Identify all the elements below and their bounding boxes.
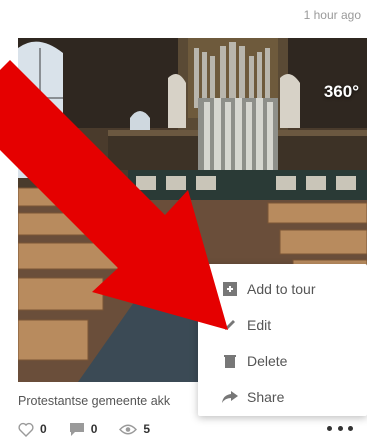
eye-icon (119, 424, 138, 434)
menu-item-add-to-tour[interactable]: Add to tour (198, 272, 367, 306)
menu-item-delete[interactable]: Delete (198, 344, 367, 378)
context-menu: Add to tour Edit Delete Share (198, 264, 367, 416)
add-to-tour-icon (222, 281, 238, 297)
dot-icon (327, 425, 332, 431)
dot-icon (337, 425, 343, 431)
menu-item-share[interactable]: Share (198, 380, 367, 414)
share-arrow-icon (222, 389, 238, 405)
menu-item-edit[interactable]: Edit (198, 308, 367, 342)
menu-item-label: Add to tour (247, 281, 316, 297)
comment-icon (69, 422, 84, 436)
menu-item-label: Share (247, 389, 285, 405)
stats-bar: 0 0 5 (18, 420, 172, 438)
badge-360: 360° (323, 82, 359, 101)
heart-icon (18, 422, 34, 437)
pencil-icon (222, 317, 238, 333)
comments-stat[interactable]: 0 (69, 422, 98, 437)
views-count: 5 (143, 422, 151, 436)
dot-icon (348, 425, 353, 431)
timestamp: 1 hour ago (303, 8, 361, 22)
comments-count: 0 (90, 422, 98, 436)
menu-item-label: Delete (247, 353, 288, 369)
likes-stat[interactable]: 0 (18, 422, 47, 437)
menu-item-label: Edit (247, 317, 272, 333)
panorama-title[interactable]: Protestantse gemeente akk (18, 394, 208, 408)
likes-count: 0 (40, 422, 47, 436)
views-stat: 5 (119, 422, 150, 436)
trash-icon (222, 353, 238, 369)
more-options-button[interactable] (327, 420, 353, 436)
